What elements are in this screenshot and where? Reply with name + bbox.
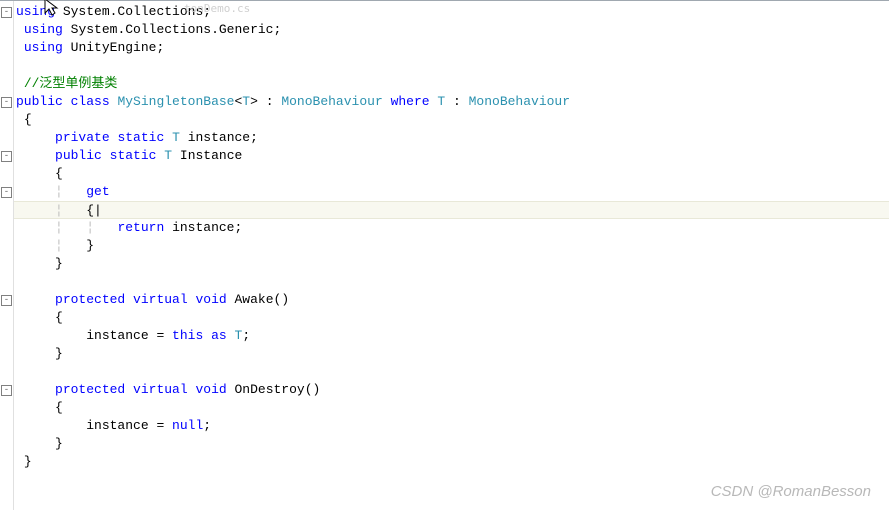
- mouse-cursor-icon: [44, 0, 62, 20]
- code-line: private static T instance;: [14, 129, 889, 147]
- watermark: CSDN @RomanBesson: [711, 483, 871, 500]
- fold-toggle[interactable]: -: [1, 151, 12, 162]
- code-line-active: ¦ {|: [14, 201, 889, 219]
- code-line: instance = this as T;: [14, 327, 889, 345]
- code-editor[interactable]: - - - - - - tonDemo.cs using System.Coll…: [0, 0, 889, 510]
- code-line: protected virtual void Awake(): [14, 291, 889, 309]
- code-line: }: [14, 255, 889, 273]
- fold-toggle[interactable]: -: [1, 385, 12, 396]
- code-line: }: [14, 453, 889, 471]
- code-line: using System.Collections.Generic;: [14, 21, 889, 39]
- code-line: public static T Instance: [14, 147, 889, 165]
- code-line: }: [14, 435, 889, 453]
- tab-ghost-label: tonDemo.cs: [184, 2, 250, 15]
- code-line: instance = null;: [14, 417, 889, 435]
- code-line: {: [14, 309, 889, 327]
- code-line: ¦ }: [14, 237, 889, 255]
- code-line: {: [14, 165, 889, 183]
- code-line: {: [14, 399, 889, 417]
- fold-toggle[interactable]: -: [1, 7, 12, 18]
- code-line: }: [14, 345, 889, 363]
- fold-toggle[interactable]: -: [1, 295, 12, 306]
- code-line: [14, 273, 889, 291]
- fold-toggle[interactable]: -: [1, 97, 12, 108]
- code-line: [14, 57, 889, 75]
- code-line: //泛型单例基类: [14, 75, 889, 93]
- code-line: protected virtual void OnDestroy(): [14, 381, 889, 399]
- fold-toggle[interactable]: -: [1, 187, 12, 198]
- code-area[interactable]: tonDemo.cs using System.Collections; usi…: [14, 1, 889, 510]
- code-line: using UnityEngine;: [14, 39, 889, 57]
- fold-gutter: - - - - - -: [0, 1, 14, 510]
- code-line: public class MySingletonBase<T> : MonoBe…: [14, 93, 889, 111]
- code-line: [14, 363, 889, 381]
- code-line: {: [14, 111, 889, 129]
- code-line: ¦ get: [14, 183, 889, 201]
- code-line: using System.Collections;: [14, 3, 889, 21]
- code-line: ¦ ¦ return instance;: [14, 219, 889, 237]
